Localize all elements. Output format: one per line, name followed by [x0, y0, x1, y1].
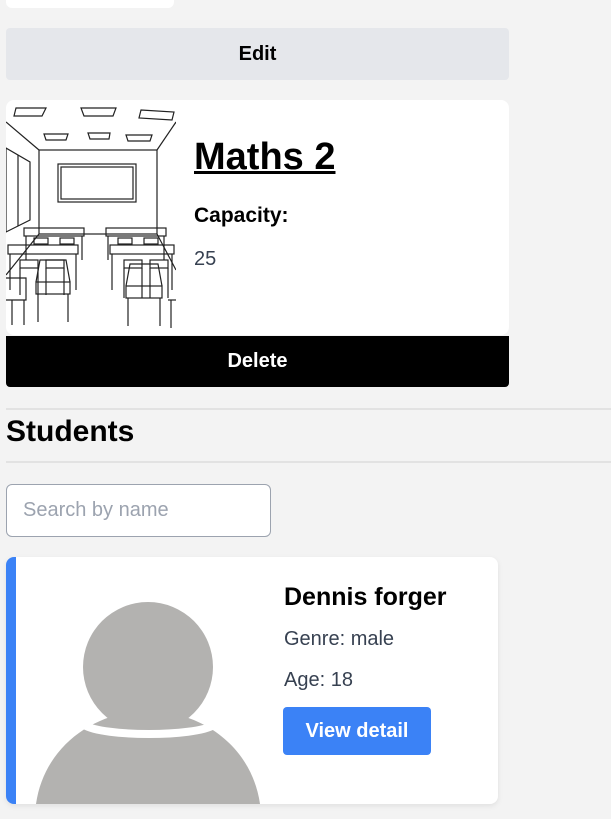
divider-top: [6, 408, 611, 410]
student-age: Age: 18: [284, 669, 353, 691]
user-avatar-icon: [36, 602, 260, 804]
student-genre: Genre: male: [284, 628, 395, 650]
classroom-illustration: [6, 107, 176, 328]
capacity-label: Capacity:: [194, 204, 289, 227]
view-detail-button[interactable]: View detail: [283, 707, 431, 755]
search-input[interactable]: [6, 484, 271, 537]
divider-bottom: [6, 461, 611, 463]
students-heading: Students: [6, 415, 135, 448]
classroom-card: Maths 2 Capacity: 25: [6, 100, 509, 335]
classroom-title[interactable]: Maths 2: [194, 136, 335, 179]
capacity-value: 25: [194, 248, 217, 270]
edit-button[interactable]: Edit: [6, 28, 509, 80]
student-name: Dennis forger: [284, 583, 447, 611]
delete-button[interactable]: Delete: [6, 336, 509, 387]
previous-card-stub: [6, 0, 174, 8]
student-card: Dennis forger Genre: male Age: 18 View d…: [6, 557, 498, 804]
